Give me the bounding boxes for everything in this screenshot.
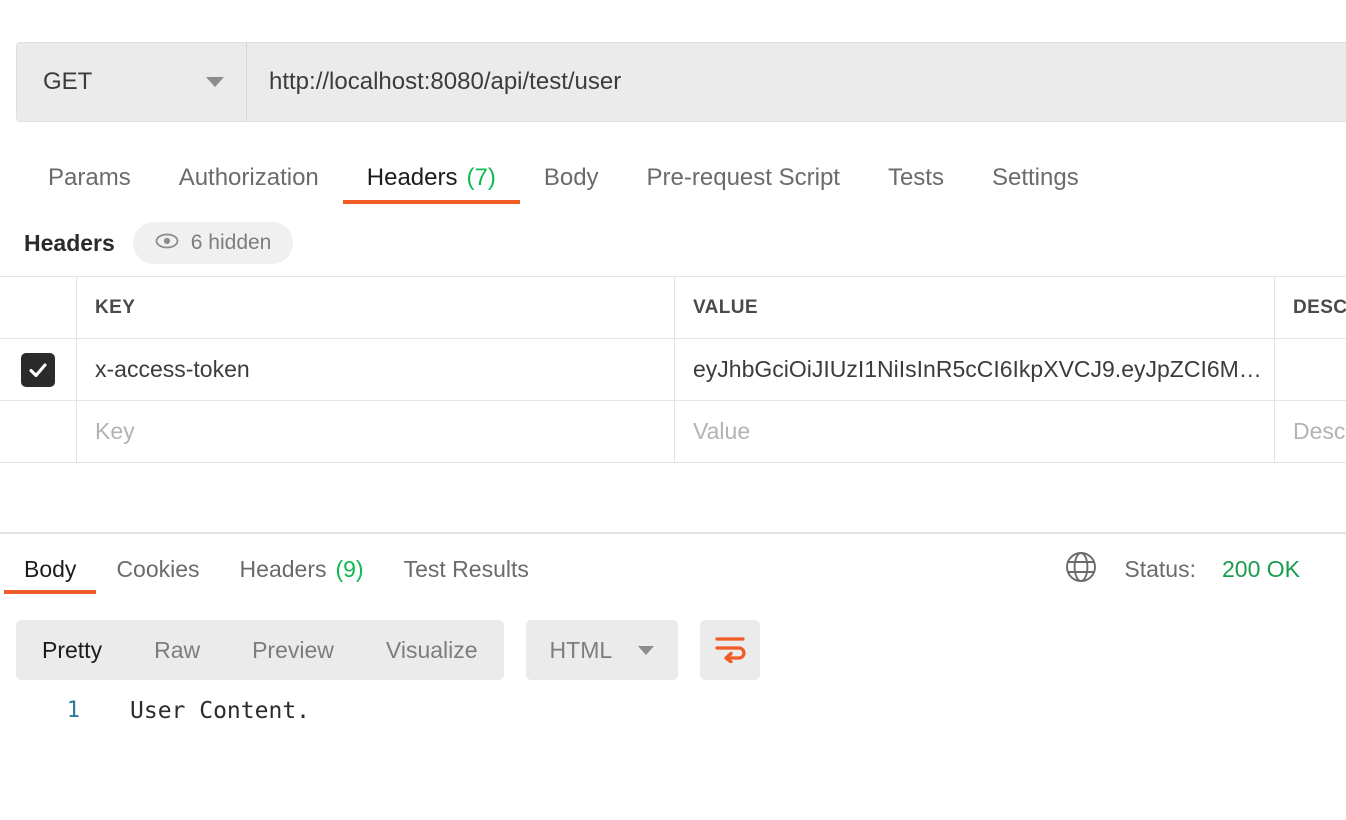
new-key-input[interactable]: Key (77, 401, 675, 462)
table-header-check-cell (0, 277, 77, 338)
view-mode-visualize[interactable]: Visualize (360, 620, 504, 680)
view-mode-pretty[interactable]: Pretty (16, 620, 128, 680)
line-number: 1 (66, 698, 80, 723)
new-description-input[interactable]: Description (1275, 401, 1346, 462)
response-body-viewer: 1 User Content. (16, 698, 310, 724)
tab-settings[interactable]: Settings (968, 152, 1103, 204)
new-key-placeholder: Key (95, 418, 135, 444)
empty-row-checkbox-cell (0, 401, 77, 462)
tab-headers-count: (7) (466, 164, 496, 191)
tab-settings-label: Settings (991, 164, 1079, 191)
row-value-text: eyJhbGciOiJIUzI1NiIsInR5cCI6IkpXVCJ9.eyJ… (693, 356, 1262, 382)
status-label: Status: (1124, 556, 1196, 582)
tab-authorization[interactable]: Authorization (155, 152, 343, 204)
row-checkbox-cell (0, 339, 77, 400)
headers-section-header: Headers 6 hidden (24, 222, 294, 264)
table-header-row: KEY VALUE DESCRIPTION (0, 277, 1346, 339)
response-format-label: HTML (549, 636, 613, 663)
view-mode-preview[interactable]: Preview (226, 620, 360, 680)
new-value-input[interactable]: Value (675, 401, 1275, 462)
headers-section-title: Headers (24, 229, 115, 256)
response-body-text[interactable]: User Content. (88, 698, 310, 724)
response-tab-test-results-label: Test Results (403, 555, 529, 582)
response-tab-body-label: Body (24, 555, 77, 582)
new-value-placeholder: Value (693, 418, 751, 444)
view-mode-raw-label: Raw (154, 636, 201, 663)
wrap-lines-icon (714, 633, 746, 668)
table-header-description-label: DESCRIPTION (1293, 296, 1346, 318)
tab-headers-label: Headers (366, 164, 458, 191)
hidden-headers-label: 6 hidden (190, 231, 272, 254)
table-header-value: VALUE (675, 277, 1275, 338)
request-url-bar: GET http://localhost:8080/api/test/user (16, 42, 1346, 122)
pane-divider[interactable] (0, 532, 1346, 534)
tab-params[interactable]: Params (24, 152, 155, 204)
table-header-key-label: KEY (95, 296, 136, 318)
row-key-text: x-access-token (95, 356, 250, 382)
row-key-cell[interactable]: x-access-token (77, 339, 675, 400)
response-tab-headers-count: (9) (335, 555, 364, 582)
http-method-select[interactable]: GET (17, 43, 247, 121)
chevron-down-icon (206, 77, 224, 87)
table-header-key: KEY (77, 277, 675, 338)
response-tab-cookies-label: Cookies (116, 555, 200, 582)
url-input[interactable]: http://localhost:8080/api/test/user (247, 43, 1346, 121)
row-enabled-checkbox[interactable] (21, 352, 55, 387)
hidden-headers-toggle[interactable]: 6 hidden (132, 222, 294, 264)
tab-pre-request-script-label: Pre-request Script (646, 164, 840, 191)
status-badge: 200 OK (1222, 556, 1300, 582)
http-method-label: GET (43, 68, 93, 95)
row-description-cell[interactable] (1275, 339, 1346, 400)
chevron-down-icon (638, 645, 655, 655)
tab-headers[interactable]: Headers (7) (342, 152, 520, 204)
table-row-empty: Key Value Description (0, 401, 1346, 463)
request-tabs: Params Authorization Headers (7) Body Pr… (0, 152, 1346, 204)
response-status-area: Status: 200 OK (1064, 550, 1300, 589)
tab-params-label: Params (48, 164, 131, 191)
response-tab-test-results[interactable]: Test Results (384, 544, 549, 594)
response-body-toolbar: Pretty Raw Preview Visualize HTML (16, 620, 761, 680)
new-description-placeholder: Description (1293, 418, 1346, 444)
view-mode-preview-label: Preview (252, 636, 334, 663)
response-tab-cookies[interactable]: Cookies (96, 544, 219, 594)
tab-tests[interactable]: Tests (864, 152, 968, 204)
tab-body-label: Body (543, 164, 599, 191)
tab-tests-label: Tests (887, 164, 944, 191)
tab-pre-request-script[interactable]: Pre-request Script (623, 152, 864, 204)
response-tab-body[interactable]: Body (4, 544, 97, 594)
headers-table: KEY VALUE DESCRIPTION x-access-token eyJ… (0, 276, 1346, 463)
wrap-lines-button[interactable] (700, 620, 761, 680)
view-mode-visualize-label: Visualize (385, 636, 478, 663)
table-row: x-access-token eyJhbGciOiJIUzI1NiIsInR5c… (0, 339, 1346, 401)
response-format-select[interactable]: HTML (525, 620, 679, 680)
table-header-value-label: VALUE (693, 296, 758, 318)
view-mode-raw[interactable]: Raw (128, 620, 226, 680)
tab-authorization-label: Authorization (178, 164, 319, 191)
eye-icon (155, 233, 179, 254)
response-tab-headers-label: Headers (239, 555, 327, 582)
globe-icon[interactable] (1064, 550, 1098, 589)
view-mode-segmented-control: Pretty Raw Preview Visualize (16, 620, 504, 680)
tab-body[interactable]: Body (520, 152, 623, 204)
row-value-cell[interactable]: eyJhbGciOiJIUzI1NiIsInR5cCI6IkpXVCJ9.eyJ… (675, 339, 1275, 400)
response-tab-headers[interactable]: Headers (9) (220, 544, 384, 594)
view-mode-pretty-label: Pretty (42, 636, 103, 663)
table-header-description: DESCRIPTION (1275, 277, 1346, 338)
